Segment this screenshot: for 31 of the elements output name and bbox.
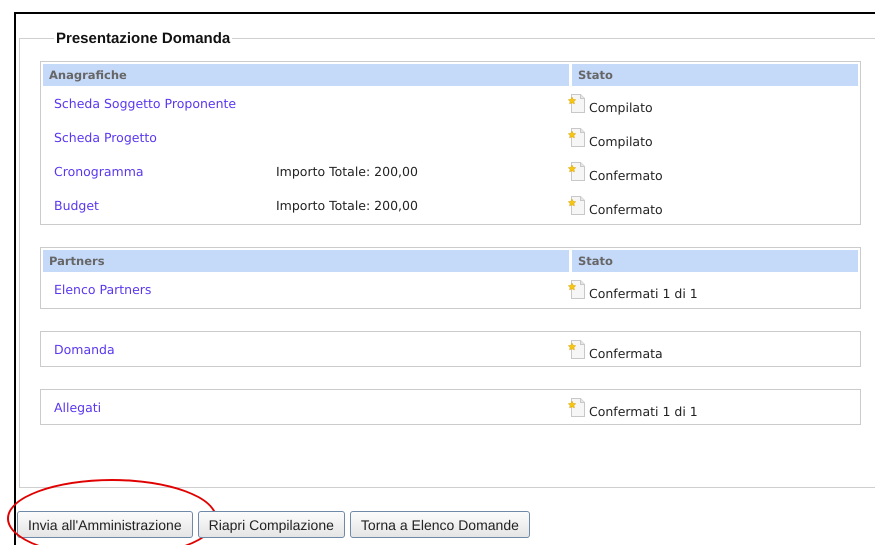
section-link[interactable]: Scheda Soggetto Proponente xyxy=(54,96,276,110)
status-text: Compilato xyxy=(589,134,653,148)
document-star-icon xyxy=(568,280,585,298)
document-star-icon xyxy=(568,162,585,180)
column-header: Stato xyxy=(572,64,858,86)
document-star-icon xyxy=(568,398,585,416)
section-link[interactable]: Cronogramma xyxy=(54,164,276,178)
section-link[interactable]: Allegati xyxy=(54,400,276,414)
document-star-icon xyxy=(568,196,585,214)
document-star-icon xyxy=(568,128,585,146)
section-link[interactable]: Elenco Partners xyxy=(54,282,276,296)
section-link[interactable]: Budget xyxy=(54,198,276,212)
status-text: Confermato xyxy=(589,202,663,216)
action-button[interactable]: Torna a Elenco Domande xyxy=(350,511,530,538)
fieldset-legend: Presentazione Domanda xyxy=(54,30,232,47)
column-header: Partners xyxy=(43,250,569,272)
status-text: Confermati 1 di 1 xyxy=(589,286,698,300)
column-header: Stato xyxy=(572,250,858,272)
section-link[interactable]: Domanda xyxy=(54,342,276,356)
document-star-icon xyxy=(568,340,585,358)
status-text: Confermata xyxy=(589,346,663,360)
document-star-icon xyxy=(568,94,585,112)
status-text: Compilato xyxy=(589,100,653,114)
action-button[interactable]: Riapri Compilazione xyxy=(198,511,345,538)
status-text: Confermati 1 di 1 xyxy=(589,404,698,418)
amount-text: Importo Totale: 200,00 xyxy=(276,164,418,178)
status-text: Confermato xyxy=(589,168,663,182)
column-header: Anagrafiche xyxy=(43,64,569,86)
action-button[interactable]: Invia all'Amministrazione xyxy=(17,511,193,538)
amount-text: Importo Totale: 200,00 xyxy=(276,198,418,212)
section-link[interactable]: Scheda Progetto xyxy=(54,130,276,144)
